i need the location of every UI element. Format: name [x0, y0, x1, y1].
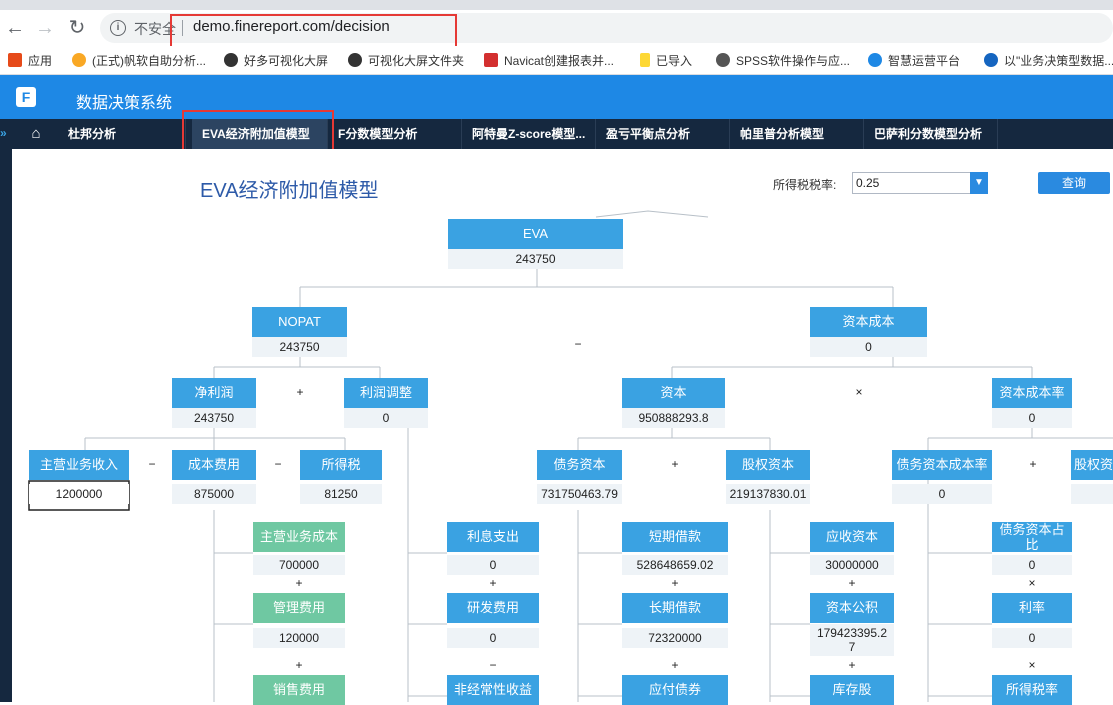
operator-times: × — [1028, 658, 1036, 672]
node-capital-label: 资本 — [622, 378, 725, 408]
node-debt-capital-value: 731750463.79 — [537, 484, 622, 504]
node-eva-label: EVA — [448, 219, 623, 249]
capital-reserve-value-line1: 179423395.2 — [816, 626, 888, 640]
node-main-cost-label: 主营业务成本 — [253, 522, 345, 552]
node-short-loan-value: 528648659.02 — [622, 555, 728, 575]
node-eva-value: 243750 — [448, 249, 623, 269]
node-capital-cost-value: 0 — [810, 337, 927, 357]
operator-times: × — [1028, 576, 1036, 590]
node-equity-capital-value: 219137830.01 — [726, 484, 810, 504]
node-cost-expense-value: 875000 — [172, 484, 256, 504]
capital-reserve-value-line2: 7 — [848, 640, 856, 654]
node-paid-capital-value: 30000000 — [810, 555, 894, 575]
debt-ratio-label-line1: 债务资本占 — [999, 522, 1065, 537]
node-main-revenue-label: 主营业务收入 — [29, 450, 129, 480]
node-nonrecurring-label: 非经常性收益 — [447, 675, 539, 705]
tree-connectors — [28, 210, 1113, 702]
node-equity-cost-rate-label: 股权资 — [1071, 450, 1113, 480]
node-interest-rate-label: 利率 — [992, 593, 1072, 623]
node-long-loan-label: 长期借款 — [622, 593, 728, 623]
operator-plus: + — [1029, 457, 1037, 471]
node-interest-rate-value: 0 — [992, 628, 1072, 648]
node-interest-exp-value: 0 — [447, 555, 539, 575]
node-net-profit-label: 净利润 — [172, 378, 256, 408]
node-debt-ratio-value: 0 — [992, 555, 1072, 575]
operator-minus: − — [148, 457, 156, 471]
node-equity-cost-rate-value — [1071, 484, 1113, 504]
operator-minus: − — [489, 658, 497, 672]
node-treasury-label: 库存股 — [810, 675, 894, 705]
node-profit-adj-label: 利润调整 — [344, 378, 428, 408]
operator-times: × — [855, 385, 863, 399]
operator-plus: + — [295, 576, 303, 590]
node-cost-expense-label: 成本费用 — [172, 450, 256, 480]
operator-plus: + — [489, 576, 497, 590]
operator-minus: − — [274, 457, 282, 471]
node-capital-cost-label: 资本成本 — [810, 307, 927, 337]
node-sales-expense-label: 销售费用 — [253, 675, 345, 705]
operator-plus: + — [848, 576, 856, 590]
node-capital-reserve-value: 179423395.2 7 — [810, 624, 894, 656]
node-nopat-value: 243750 — [252, 337, 347, 357]
node-nopat-label: NOPAT — [252, 307, 347, 337]
node-capital-value: 950888293.8 — [622, 408, 725, 428]
node-mgmt-expense-label: 管理费用 — [253, 593, 345, 623]
operator-plus: + — [671, 576, 679, 590]
node-rd-exp-value: 0 — [447, 628, 539, 648]
node-mgmt-expense-value: 120000 — [253, 628, 345, 648]
node-bonds-label: 应付债券 — [622, 675, 728, 705]
operator-minus: − — [574, 337, 582, 351]
node-equity-capital-label: 股权资本 — [726, 450, 810, 480]
node-short-loan-label: 短期借款 — [622, 522, 728, 552]
node-profit-adj-value: 0 — [344, 408, 428, 428]
node-rd-exp-label: 研发费用 — [447, 593, 539, 623]
node-income-tax-label: 所得税 — [300, 450, 382, 480]
operator-plus: + — [296, 385, 304, 399]
operator-plus: + — [848, 658, 856, 672]
node-paid-capital-label: 应收资本 — [810, 522, 894, 552]
operator-plus: + — [671, 658, 679, 672]
node-main-cost-value: 700000 — [253, 555, 345, 575]
node-capital-reserve-label: 资本公积 — [810, 593, 894, 623]
node-debt-cost-rate-value: 0 — [892, 484, 992, 504]
node-interest-exp-label: 利息支出 — [447, 522, 539, 552]
node-capital-cost-rate-label: 资本成本率 — [992, 378, 1072, 408]
node-tax-rate-label: 所得税率 — [992, 675, 1072, 705]
debt-ratio-label-line2: 比 — [1025, 537, 1039, 552]
node-main-revenue-value[interactable]: 1200000 — [29, 484, 129, 504]
node-debt-cost-rate-label: 债务资本成本率 — [892, 450, 992, 480]
operator-plus: + — [671, 457, 679, 471]
node-income-tax-value: 81250 — [300, 484, 382, 504]
node-capital-cost-rate-value: 0 — [992, 408, 1072, 428]
node-long-loan-value: 72320000 — [622, 628, 728, 648]
node-debt-capital-label: 债务资本 — [537, 450, 622, 480]
operator-plus: + — [295, 658, 303, 672]
node-net-profit-value: 243750 — [172, 408, 256, 428]
node-debt-ratio-label: 债务资本占比 — [992, 522, 1072, 552]
